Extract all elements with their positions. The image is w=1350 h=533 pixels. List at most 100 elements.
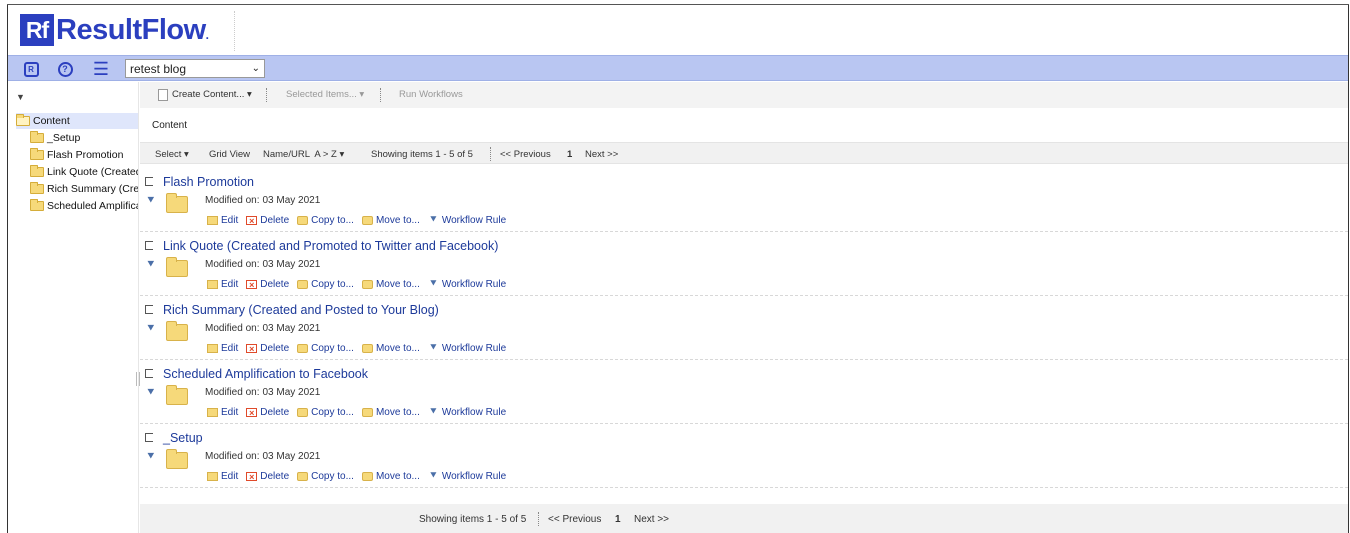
workflow-rule-label: Workflow Rule	[441, 278, 507, 290]
copy-label: Copy to...	[311, 214, 354, 226]
next-page-link[interactable]: Next >>	[585, 149, 618, 160]
modified-date: Modified on: 03 May 2021	[205, 259, 320, 270]
item-title-link[interactable]: Rich Summary (Created and Posted to Your…	[163, 303, 439, 317]
tree-item-rich-summary[interactable]: Rich Summary (Crea	[30, 181, 139, 197]
folder-icon[interactable]	[166, 193, 188, 213]
previous-page-link[interactable]: << Previous	[548, 514, 601, 525]
item-title-link[interactable]: Flash Promotion	[163, 175, 254, 189]
copy-icon	[297, 215, 309, 225]
logo-wordmark: ResultFlow.	[56, 14, 209, 47]
brand-header: Rf ResultFlow.	[8, 5, 1348, 55]
tree-item-flash-promotion[interactable]: Flash Promotion	[30, 147, 123, 163]
tree-item-scheduled-amplification[interactable]: Scheduled Amplifica	[30, 198, 138, 214]
workflow-rule-label: Workflow Rule	[441, 470, 507, 482]
item-checkbox[interactable]	[145, 369, 153, 378]
workflow-rule-icon: ⯆	[428, 341, 438, 354]
folder-icon[interactable]	[166, 385, 188, 405]
modified-value: 03 May 2021	[262, 259, 321, 270]
create-content-label: Create Content...	[172, 89, 245, 100]
content-list-item: Rich Summary (Created and Posted to Your…	[140, 296, 1348, 360]
delete-link[interactable]: × Delete	[246, 343, 289, 354]
copy-label: Copy to...	[311, 406, 354, 418]
toolbar-separator	[380, 88, 381, 102]
edit-icon	[207, 407, 218, 417]
modified-label: Modified on:	[205, 195, 260, 206]
copy-to-link[interactable]: Copy to...	[297, 343, 354, 354]
workflow-rule-link[interactable]: ⯆ Workflow Rule	[428, 278, 507, 290]
modified-date: Modified on: 03 May 2021	[205, 451, 320, 462]
move-to-link[interactable]: Move to...	[361, 215, 420, 226]
resultflow-logo[interactable]: Rf ResultFlow.	[20, 13, 209, 47]
run-workflows-button[interactable]: Run Workflows	[399, 89, 463, 100]
tree-item-setup[interactable]: _Setup	[30, 130, 80, 146]
item-checkbox[interactable]	[145, 241, 153, 250]
edit-link[interactable]: Edit	[207, 343, 238, 354]
grid-view-button[interactable]: Grid View	[209, 149, 250, 160]
edit-link[interactable]: Edit	[207, 471, 238, 482]
copy-to-link[interactable]: Copy to...	[297, 215, 354, 226]
workflow-rule-link[interactable]: ⯆ Workflow Rule	[428, 214, 506, 226]
move-to-link[interactable]: Move to...	[361, 407, 420, 418]
hamburger-menu-icon[interactable]: ☰	[92, 59, 110, 79]
workflow-rule-link[interactable]: ⯆ Workflow Rule	[428, 406, 506, 418]
copy-to-link[interactable]: Copy to...	[297, 407, 354, 418]
copy-icon	[297, 471, 309, 481]
previous-page-link[interactable]: << Previous	[500, 149, 551, 160]
copy-to-link[interactable]: Copy to...	[297, 471, 354, 482]
modified-value: 03 May 2021	[262, 451, 321, 462]
move-to-link[interactable]: Move to...	[361, 343, 420, 354]
select-dropdown[interactable]: Select ▾	[155, 149, 189, 160]
help-circle-icon[interactable]: ?	[56, 60, 74, 78]
copy-to-link[interactable]: Copy to...	[297, 279, 354, 290]
folder-icon[interactable]	[166, 321, 188, 341]
edit-link[interactable]: Edit	[207, 279, 238, 290]
item-checkbox[interactable]	[145, 177, 153, 186]
delete-link[interactable]: × Delete	[246, 407, 289, 418]
edit-icon	[207, 471, 218, 481]
edit-link[interactable]: Edit	[207, 215, 238, 226]
collapse-caret-icon[interactable]: ▼	[16, 92, 25, 102]
move-icon	[361, 471, 373, 481]
selected-items-button[interactable]: Selected Items... ▾	[286, 89, 364, 100]
workflow-arrow-icon[interactable]: ⯆	[146, 193, 156, 208]
workflow-arrow-icon[interactable]: ⯆	[146, 321, 156, 336]
workflow-arrow-icon[interactable]: ⯆	[146, 257, 156, 272]
item-title-link[interactable]: Scheduled Amplification to Facebook	[163, 367, 368, 381]
delete-link[interactable]: × Delete	[246, 471, 289, 482]
folder-icon[interactable]	[166, 449, 188, 469]
tree-item-link-quote[interactable]: Link Quote (Created	[30, 164, 139, 180]
workflow-rule-link[interactable]: ⯆ Workflow Rule	[428, 341, 506, 354]
content-tree-sidebar: ▼ Content _Setup Flash Promotion Link Qu…	[8, 82, 139, 533]
edit-link[interactable]: Edit	[207, 407, 238, 418]
edit-label: Edit	[221, 470, 239, 482]
blog-select[interactable]: retest blog ⌄	[125, 59, 265, 78]
item-title-link[interactable]: Link Quote (Created and Promoted to Twit…	[163, 239, 498, 253]
workflow-arrow-icon[interactable]: ⯆	[146, 385, 156, 400]
sort-dropdown[interactable]: Name/URL A > Z ▾	[263, 149, 344, 160]
item-checkbox[interactable]	[145, 433, 153, 442]
edit-label: Edit	[221, 278, 239, 290]
tree-item-label: Link Quote (Created	[47, 166, 139, 178]
home-badge-icon[interactable]: R	[22, 60, 40, 78]
copy-label: Copy to...	[311, 470, 354, 482]
workflow-rule-link[interactable]: ⯆ Workflow Rule	[428, 470, 507, 482]
modified-label: Modified on:	[205, 387, 260, 398]
current-page-number: 1	[615, 514, 621, 525]
folder-icon	[30, 199, 44, 211]
delete-link[interactable]: × Delete	[246, 215, 289, 226]
folder-icon[interactable]	[166, 257, 188, 277]
tree-item-label: Rich Summary (Crea	[47, 183, 139, 195]
move-to-link[interactable]: Move to...	[361, 471, 420, 482]
next-page-link[interactable]: Next >>	[634, 514, 669, 525]
item-checkbox[interactable]	[145, 305, 153, 314]
item-title-link[interactable]: _Setup	[163, 431, 203, 445]
delete-icon: ×	[246, 215, 258, 225]
move-to-link[interactable]: Move to...	[361, 279, 420, 290]
tree-item-content[interactable]: Content	[16, 113, 138, 129]
blog-select-value: retest blog	[130, 61, 187, 76]
create-content-button[interactable]: Create Content... ▾	[172, 89, 252, 100]
workflow-arrow-icon[interactable]: ⯆	[146, 449, 156, 464]
delete-link[interactable]: × Delete	[246, 279, 289, 290]
delete-icon: ×	[246, 279, 258, 289]
showing-items-text: Showing items 1 - 5 of 5	[371, 149, 473, 160]
